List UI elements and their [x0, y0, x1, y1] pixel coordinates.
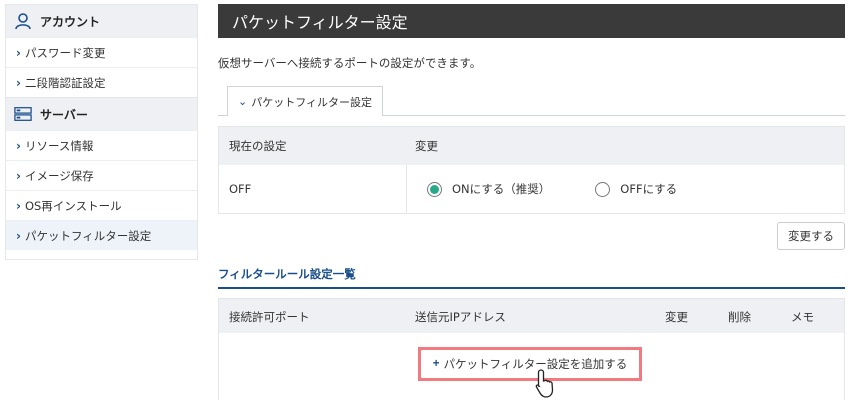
sidebar-item-resource[interactable]: › リソース情報 [6, 130, 197, 160]
radio-on-label: ONにする（推奨） [452, 182, 551, 196]
chevron-right-icon: › [16, 75, 21, 90]
sidebar-item-label: イメージ保存 [24, 168, 94, 183]
sidebar-item-image-save[interactable]: › イメージ保存 [6, 160, 197, 190]
column-header-memo: メモ [791, 310, 814, 324]
radio-on-indicator[interactable] [427, 181, 442, 197]
sidebar-item-two-factor[interactable]: › 二段階認証設定 [6, 67, 197, 97]
radio-off[interactable]: OFFにする [595, 181, 677, 197]
sidebar-section-title: サーバー [40, 107, 88, 122]
radio-off-label: OFFにする [620, 182, 678, 196]
radio-on[interactable]: ONにする（推奨） [427, 181, 550, 197]
radio-off-indicator[interactable] [595, 181, 611, 197]
chevron-right-icon: › [16, 45, 21, 60]
sidebar-item-label: リソース情報 [24, 138, 94, 153]
chevron-right-icon: › [16, 198, 21, 213]
sidebar-item-label: パスワード変更 [24, 45, 106, 60]
filter-rules-title: フィルタールール設定一覧 [218, 267, 356, 281]
sidebar-item-password[interactable]: › パスワード変更 [6, 37, 197, 67]
filter-rules-header: 接続許可ポート 送信元IPアドレス 変更 削除 メモ [219, 299, 844, 333]
change-button[interactable]: 変更する [777, 222, 845, 250]
chevron-right-icon: › [16, 138, 21, 153]
sidebar-section-title: アカウント [40, 14, 101, 29]
settings-table-header: 現在の設定 変更 [219, 127, 844, 165]
settings-row: OFF ONにする（推奨） OFFにする [219, 165, 844, 213]
column-header-delete: 削除 [728, 310, 751, 324]
section-divider [218, 287, 845, 289]
add-packet-filter-button[interactable]: + パケットフィルター設定を追加する [418, 347, 642, 381]
plus-icon: + [432, 358, 440, 370]
sidebar-section-server: サーバー [6, 97, 197, 130]
chevron-down-icon: ⌄ [238, 95, 248, 108]
page-title: パケットフィルター設定 [218, 4, 845, 38]
sidebar-item-packet-filter[interactable]: › パケットフィルター設定 [6, 220, 197, 250]
user-icon [14, 12, 32, 30]
column-header-current: 現在の設定 [229, 139, 287, 153]
sidebar-item-label: 二段階認証設定 [24, 75, 106, 90]
page-description: 仮想サーバーへ接続するポートの設定ができます。 [218, 56, 482, 70]
sidebar-item-label: OS再インストール [24, 198, 122, 213]
server-icon [14, 105, 32, 123]
tab-label: パケットフィルター設定 [251, 95, 372, 109]
column-header-port: 接続許可ポート [229, 310, 310, 324]
sidebar-section-account: アカウント [6, 5, 197, 37]
sidebar-item-os-reinstall[interactable]: › OS再インストール [6, 190, 197, 220]
sidebar-item-label: パケットフィルター設定 [24, 228, 152, 243]
sidebar: アカウント › パスワード変更 › 二段階認証設定 サーバー › リソース情報 … [5, 4, 198, 260]
settings-table: 現在の設定 変更 OFF ONにする（推奨） OFFにする [218, 126, 845, 214]
tab-packet-filter[interactable]: ⌄ パケットフィルター設定 [227, 86, 383, 116]
column-header-source-ip: 送信元IPアドレス [415, 310, 506, 324]
chevron-right-icon: › [16, 228, 21, 243]
chevron-right-icon: › [16, 168, 21, 183]
current-setting-value: OFF [219, 165, 407, 213]
column-header-edit: 変更 [665, 310, 688, 324]
mouse-cursor-icon [535, 369, 554, 398]
column-header-change: 変更 [415, 139, 438, 153]
